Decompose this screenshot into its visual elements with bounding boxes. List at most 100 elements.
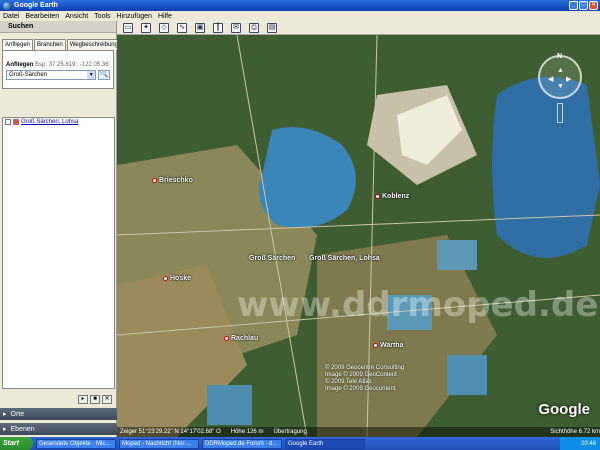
place-name: Koblenz (382, 193, 410, 200)
layers-panel-label: Ebenen (10, 425, 35, 433)
place-label[interactable]: Hoske (163, 275, 191, 282)
search-panel-title: Suchen (8, 23, 34, 30)
google-earth-icon (3, 1, 11, 10)
place-name: Hoske (170, 275, 192, 282)
toolbar: ▭ ✦ ◇ ∿ ▣ ┃ ✉ ⎙ ▤ (117, 21, 600, 35)
email-icon[interactable]: ✉ (231, 22, 241, 33)
pointer-coordinates: Zeiger 51°23'29.22" N 14°17'02.68" O (120, 429, 221, 435)
pan-down-icon[interactable]: ▼ (557, 83, 564, 90)
copyright-line: © 2009 Geocentre Consulting (325, 365, 405, 371)
tab-directions[interactable]: Wegbeschreibung (66, 39, 121, 50)
compass-north-label: N (557, 53, 563, 60)
place-label[interactable]: Groß Särchen (249, 255, 295, 262)
tour-controls: ▸ ■ ✕ (2, 393, 115, 405)
placemark-icon[interactable]: ✦ (141, 22, 151, 33)
copyright-line: Image © 2009 GeoContent (325, 372, 397, 378)
place-label[interactable]: Brieschko (152, 177, 193, 184)
menu-edit[interactable]: Bearbeiten (25, 13, 59, 20)
stop-button[interactable]: ■ (90, 394, 100, 404)
clear-button[interactable]: ✕ (102, 394, 112, 404)
start-button[interactable]: Start (0, 437, 33, 450)
place-marker-icon (373, 343, 378, 348)
place-name: Wartha (380, 342, 404, 349)
menu-bar: Datei Bearbeiten Ansicht Tools Hinzufüge… (0, 11, 600, 21)
search-label-text: Anfliegen (6, 62, 34, 68)
search-label: Anfliegen Bsp: 37 25.819', -122 05.36' (6, 62, 110, 68)
taskbar-item[interactable]: Google Earth (285, 438, 365, 449)
google-logo: Google (538, 401, 590, 418)
search-button[interactable]: 🔍 (98, 70, 110, 80)
expand-icon: ▸ (3, 426, 7, 433)
maximize-button[interactable]: □ (579, 1, 588, 10)
windows-taskbar: Start Gesendete Objekte - Mic... Moped -… (0, 437, 600, 450)
tab-fly-to[interactable]: Anfliegen (2, 39, 34, 50)
copyright-line: © 2009 Tele Atlas (325, 379, 372, 385)
watermark: www.ddrmoped.de (237, 285, 599, 325)
copyright-notice: © 2009 Geocentre Consulting Image © 2009… (325, 365, 404, 393)
place-label[interactable]: Koblenz (375, 193, 409, 200)
place-name: Groß Särchen (249, 255, 296, 262)
place-marker-icon (163, 276, 168, 281)
result-link[interactable]: Groß Särchen, Lohsa (21, 119, 78, 125)
navigation-control[interactable]: N ▲ ▼ ◀ ▶ (536, 45, 586, 123)
title-bar: Google Earth _ □ × (0, 0, 600, 11)
elevation-readout: Höhe 126 m (230, 429, 264, 435)
places-panel-header[interactable]: ▸ Orte (0, 408, 117, 420)
compass-ring[interactable] (538, 55, 582, 99)
list-item[interactable]: Groß Särchen, Lohsa (3, 118, 114, 126)
status-bar: Zeiger 51°23'29.22" N 14°17'02.68" O Höh… (117, 427, 600, 437)
pan-up-icon[interactable]: ▲ (557, 67, 564, 74)
polygon-icon[interactable]: ◇ (159, 22, 169, 33)
sidebar: Suchen Anfliegen Branchen Wegbeschreibun… (0, 21, 121, 437)
maps-icon[interactable]: ▤ (267, 22, 277, 33)
search-result-label[interactable]: Groß Särchen, Lohsa (309, 255, 380, 262)
copyright-line: Image © 2009 Geocontent (325, 386, 396, 392)
menu-view[interactable]: Ansicht (65, 13, 88, 20)
close-button[interactable]: × (589, 1, 598, 10)
pan-right-icon[interactable]: ▶ (566, 75, 571, 83)
menu-help[interactable]: Hilfe (158, 13, 172, 20)
taskbar-item[interactable]: Moped - Nachricht (Nur-... (119, 438, 199, 449)
minimize-button[interactable]: _ (569, 1, 578, 10)
map-view[interactable]: Brieschko Koblenz Groß Särchen Groß Särc… (117, 35, 600, 437)
place-marker-icon (224, 336, 229, 341)
search-box: Anfliegen Bsp: 37 25.819', -122 05.36' G… (2, 50, 114, 89)
search-hint: Bsp: 37 25.819', -122 05.36' (35, 62, 110, 68)
zoom-slider[interactable] (557, 103, 563, 123)
tab-businesses[interactable]: Branchen (34, 39, 66, 50)
places-panel-label: Orte (10, 410, 25, 418)
eye-altitude: Sichthöhe 6.72 km (550, 429, 600, 435)
search-panel-header[interactable]: Suchen (0, 21, 116, 33)
search-results: Groß Särchen, Lohsa (2, 117, 115, 389)
checkbox-icon[interactable] (5, 119, 11, 125)
search-input-value: Groß-Särchen (9, 72, 48, 78)
search-tabs: Anfliegen Branchen Wegbeschreibung (0, 33, 121, 50)
start-label: Start (3, 440, 19, 447)
overlay-icon[interactable]: ▣ (195, 22, 205, 33)
clock[interactable]: 20:46 (581, 441, 596, 447)
place-marker-icon (375, 194, 380, 199)
place-marker-icon (152, 178, 157, 183)
taskbar-item[interactable]: Gesendete Objekte - Mic... (36, 438, 116, 449)
search-input[interactable]: Groß-Särchen ▼ (6, 70, 97, 80)
print-icon[interactable]: ⎙ (249, 22, 259, 33)
menu-file[interactable]: Datei (3, 13, 19, 20)
menu-add[interactable]: Hinzufügen (117, 13, 152, 20)
layers-panel-header[interactable]: ▸ Ebenen (0, 423, 117, 435)
path-icon[interactable]: ∿ (177, 22, 187, 33)
taskbar-item[interactable]: DDRMoped.de Forum - d... (202, 438, 282, 449)
sidebar-toggle-icon[interactable]: ▭ (123, 22, 133, 33)
play-button[interactable]: ▸ (78, 394, 88, 404)
streaming-status: Übertragung (273, 429, 307, 435)
ruler-icon[interactable]: ┃ (213, 22, 223, 33)
menu-tools[interactable]: Tools (94, 13, 110, 20)
place-name: Rachlau (231, 335, 259, 342)
place-name: Brieschko (159, 177, 193, 184)
window-title: Google Earth (14, 2, 58, 9)
place-name: Groß Särchen, Lohsa (309, 255, 380, 262)
place-label[interactable]: Wartha (373, 342, 403, 349)
place-label[interactable]: Rachlau (224, 335, 258, 342)
pan-left-icon[interactable]: ◀ (548, 75, 553, 83)
placemark-pin-icon (13, 119, 19, 125)
chevron-down-icon[interactable]: ▼ (87, 71, 96, 79)
